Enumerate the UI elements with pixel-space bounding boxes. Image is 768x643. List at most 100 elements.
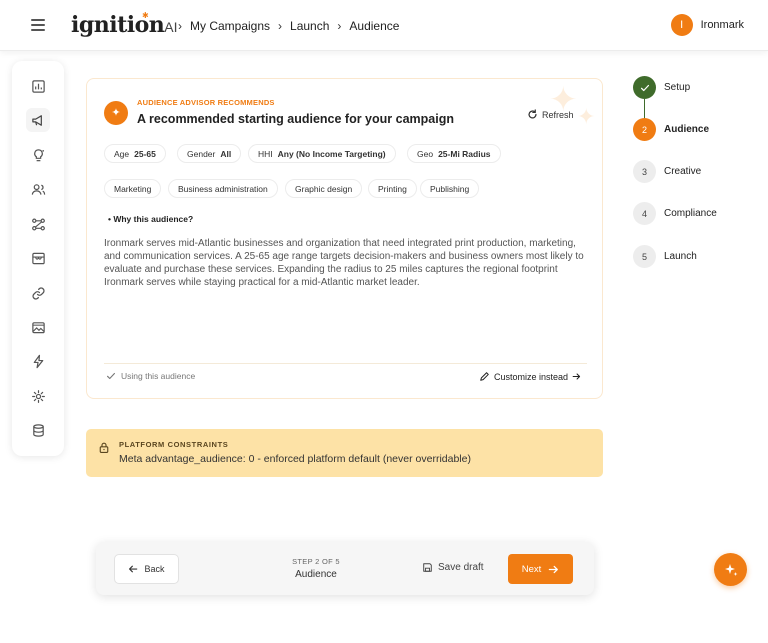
constraints-text: Meta advantage_audience: 0 - enforced pl…	[119, 453, 471, 465]
interest-chip: Business administration	[168, 179, 278, 198]
platform-constraints-banner: PLATFORM CONSTRAINTS Meta advantage_audi…	[86, 429, 603, 477]
sidebar-item-workflows[interactable]	[26, 212, 50, 236]
using-audience-label: Using this audience	[121, 371, 196, 381]
next-label: Next	[521, 563, 542, 575]
next-button[interactable]: Next	[508, 554, 573, 584]
image-icon	[31, 321, 45, 333]
lock-icon	[99, 442, 109, 453]
card-title: A recommended starting audience for your…	[137, 112, 454, 126]
back-label: Back	[144, 564, 165, 574]
top-bar: ignitionAI ✱ › My Campaigns › Launch › A…	[0, 0, 768, 51]
step-label: Audience	[664, 124, 710, 135]
step-label: Creative	[664, 166, 702, 177]
sidebar-item-automations[interactable]	[26, 349, 50, 373]
users-icon	[31, 183, 45, 195]
step-label: Launch	[664, 251, 697, 262]
using-audience-status: Using this audience	[106, 371, 195, 381]
sidebar-item-links[interactable]	[26, 281, 50, 305]
step-compliance[interactable]: 4 Compliance	[633, 202, 717, 225]
step-audience[interactable]: 2 Audience	[633, 118, 709, 141]
logo-wordmark: ignition	[71, 12, 165, 38]
chip-value: 25-65	[134, 148, 156, 159]
sparkle-icon	[724, 563, 737, 576]
check-icon	[107, 372, 115, 380]
arrow-left-icon	[129, 565, 138, 573]
chip-key: Age	[114, 148, 130, 159]
sidebar-item-data[interactable]	[26, 418, 50, 442]
breadcrumb-audience: Audience	[349, 19, 400, 33]
chip-value: All	[220, 148, 232, 159]
step-setup[interactable]: Setup	[633, 76, 690, 99]
step-creative[interactable]: 3 Creative	[633, 160, 701, 183]
logo[interactable]: ignitionAI ✱	[71, 11, 178, 38]
back-button[interactable]: Back	[114, 554, 179, 584]
chart-icon	[31, 79, 45, 93]
audience-description: Ironmark serves mid-Atlantic businesses …	[104, 238, 584, 288]
save-draft-button[interactable]: Save draft	[422, 562, 484, 573]
audience-recommendation-card: ✦ ✦ ✦ AUDIENCE ADVISOR RECOMMENDS A reco…	[86, 78, 603, 399]
sidebar-item-analytics[interactable]	[26, 74, 50, 98]
refresh-button[interactable]: Refresh	[527, 109, 574, 120]
megaphone-icon	[31, 114, 42, 126]
user-menu[interactable]: I Ironmark	[670, 14, 744, 36]
why-this-audience-label[interactable]: • Why this audience?	[108, 214, 193, 224]
divider	[104, 363, 587, 364]
step-indicator: STEP 2 OF 5 Audience	[286, 557, 346, 580]
step-name: Audience	[295, 569, 337, 580]
chip-hhi: HHI Any (No Income Targeting)	[248, 144, 396, 163]
wizard-footer: Back STEP 2 OF 5 Audience Save draft Nex…	[96, 542, 594, 595]
lightbulb-icon	[33, 148, 44, 161]
interest-chip: Marketing	[104, 179, 162, 198]
chip-value: Any (No Income Targeting)	[277, 148, 386, 159]
refresh-icon	[528, 109, 537, 119]
chip-key: Geo	[417, 148, 434, 159]
step-label: Compliance	[664, 208, 717, 219]
chip-age: Age 25-65	[104, 144, 166, 163]
breadcrumb-launch[interactable]: Launch	[290, 19, 329, 33]
breadcrumb-my-campaigns[interactable]: My Campaigns	[190, 19, 270, 33]
constraints-title: PLATFORM CONSTRAINTS	[119, 440, 229, 449]
step-number: 3	[633, 160, 656, 183]
sidebar-item-media[interactable]	[26, 315, 50, 339]
card-eyebrow: AUDIENCE ADVISOR RECOMMENDS	[137, 98, 275, 107]
sidebar-item-ideas[interactable]	[26, 143, 50, 167]
sparkle-decoration-icon: ✦	[577, 105, 596, 130]
chip-key: Gender	[187, 148, 216, 159]
step-connector	[644, 99, 645, 119]
sidebar	[12, 61, 64, 456]
sidebar-item-campaigns[interactable]	[26, 108, 50, 132]
logo-spark-icon: ✱	[142, 11, 149, 20]
arrow-right-icon	[572, 373, 581, 380]
wizard-stepper: Setup 2 Audience 3 Creative 4 Compliance…	[633, 76, 763, 276]
chevron-right-icon: ›	[337, 19, 342, 33]
sidebar-item-storefront[interactable]	[26, 246, 50, 270]
sparkle-icon: ✦	[104, 101, 128, 125]
storefront-icon	[31, 252, 45, 264]
chip-key: HHI	[258, 148, 273, 159]
interest-chip: Publishing	[420, 179, 480, 198]
database-icon	[32, 423, 44, 437]
chip-geo: Geo 25-Mi Radius	[407, 144, 501, 163]
sidebar-item-settings[interactable]	[26, 384, 50, 408]
customize-instead-button[interactable]: Customize instead	[479, 371, 581, 382]
hamburger-menu-icon[interactable]	[31, 19, 45, 31]
chip-value: 25-Mi Radius	[438, 148, 491, 159]
step-number: 2	[633, 118, 656, 141]
step-label: Setup	[664, 82, 691, 93]
save-draft-label: Save draft	[438, 562, 484, 573]
workflow-icon	[31, 218, 45, 230]
chip-gender: Gender All	[177, 144, 242, 163]
step-number: 4	[633, 202, 656, 225]
ai-assistant-button[interactable]	[714, 553, 747, 586]
interest-chip: Printing	[368, 179, 417, 198]
save-icon	[423, 563, 432, 572]
step-launch[interactable]: 5 Launch	[633, 245, 697, 268]
gear-icon	[31, 389, 45, 403]
pencil-icon	[480, 372, 489, 381]
refresh-label: Refresh	[542, 109, 574, 120]
interest-chip: Graphic design	[285, 179, 363, 198]
breadcrumb: › My Campaigns › Launch › Audience	[170, 19, 399, 33]
check-icon	[633, 76, 656, 99]
sidebar-item-audiences[interactable]	[26, 177, 50, 201]
step-number: 5	[633, 245, 656, 268]
